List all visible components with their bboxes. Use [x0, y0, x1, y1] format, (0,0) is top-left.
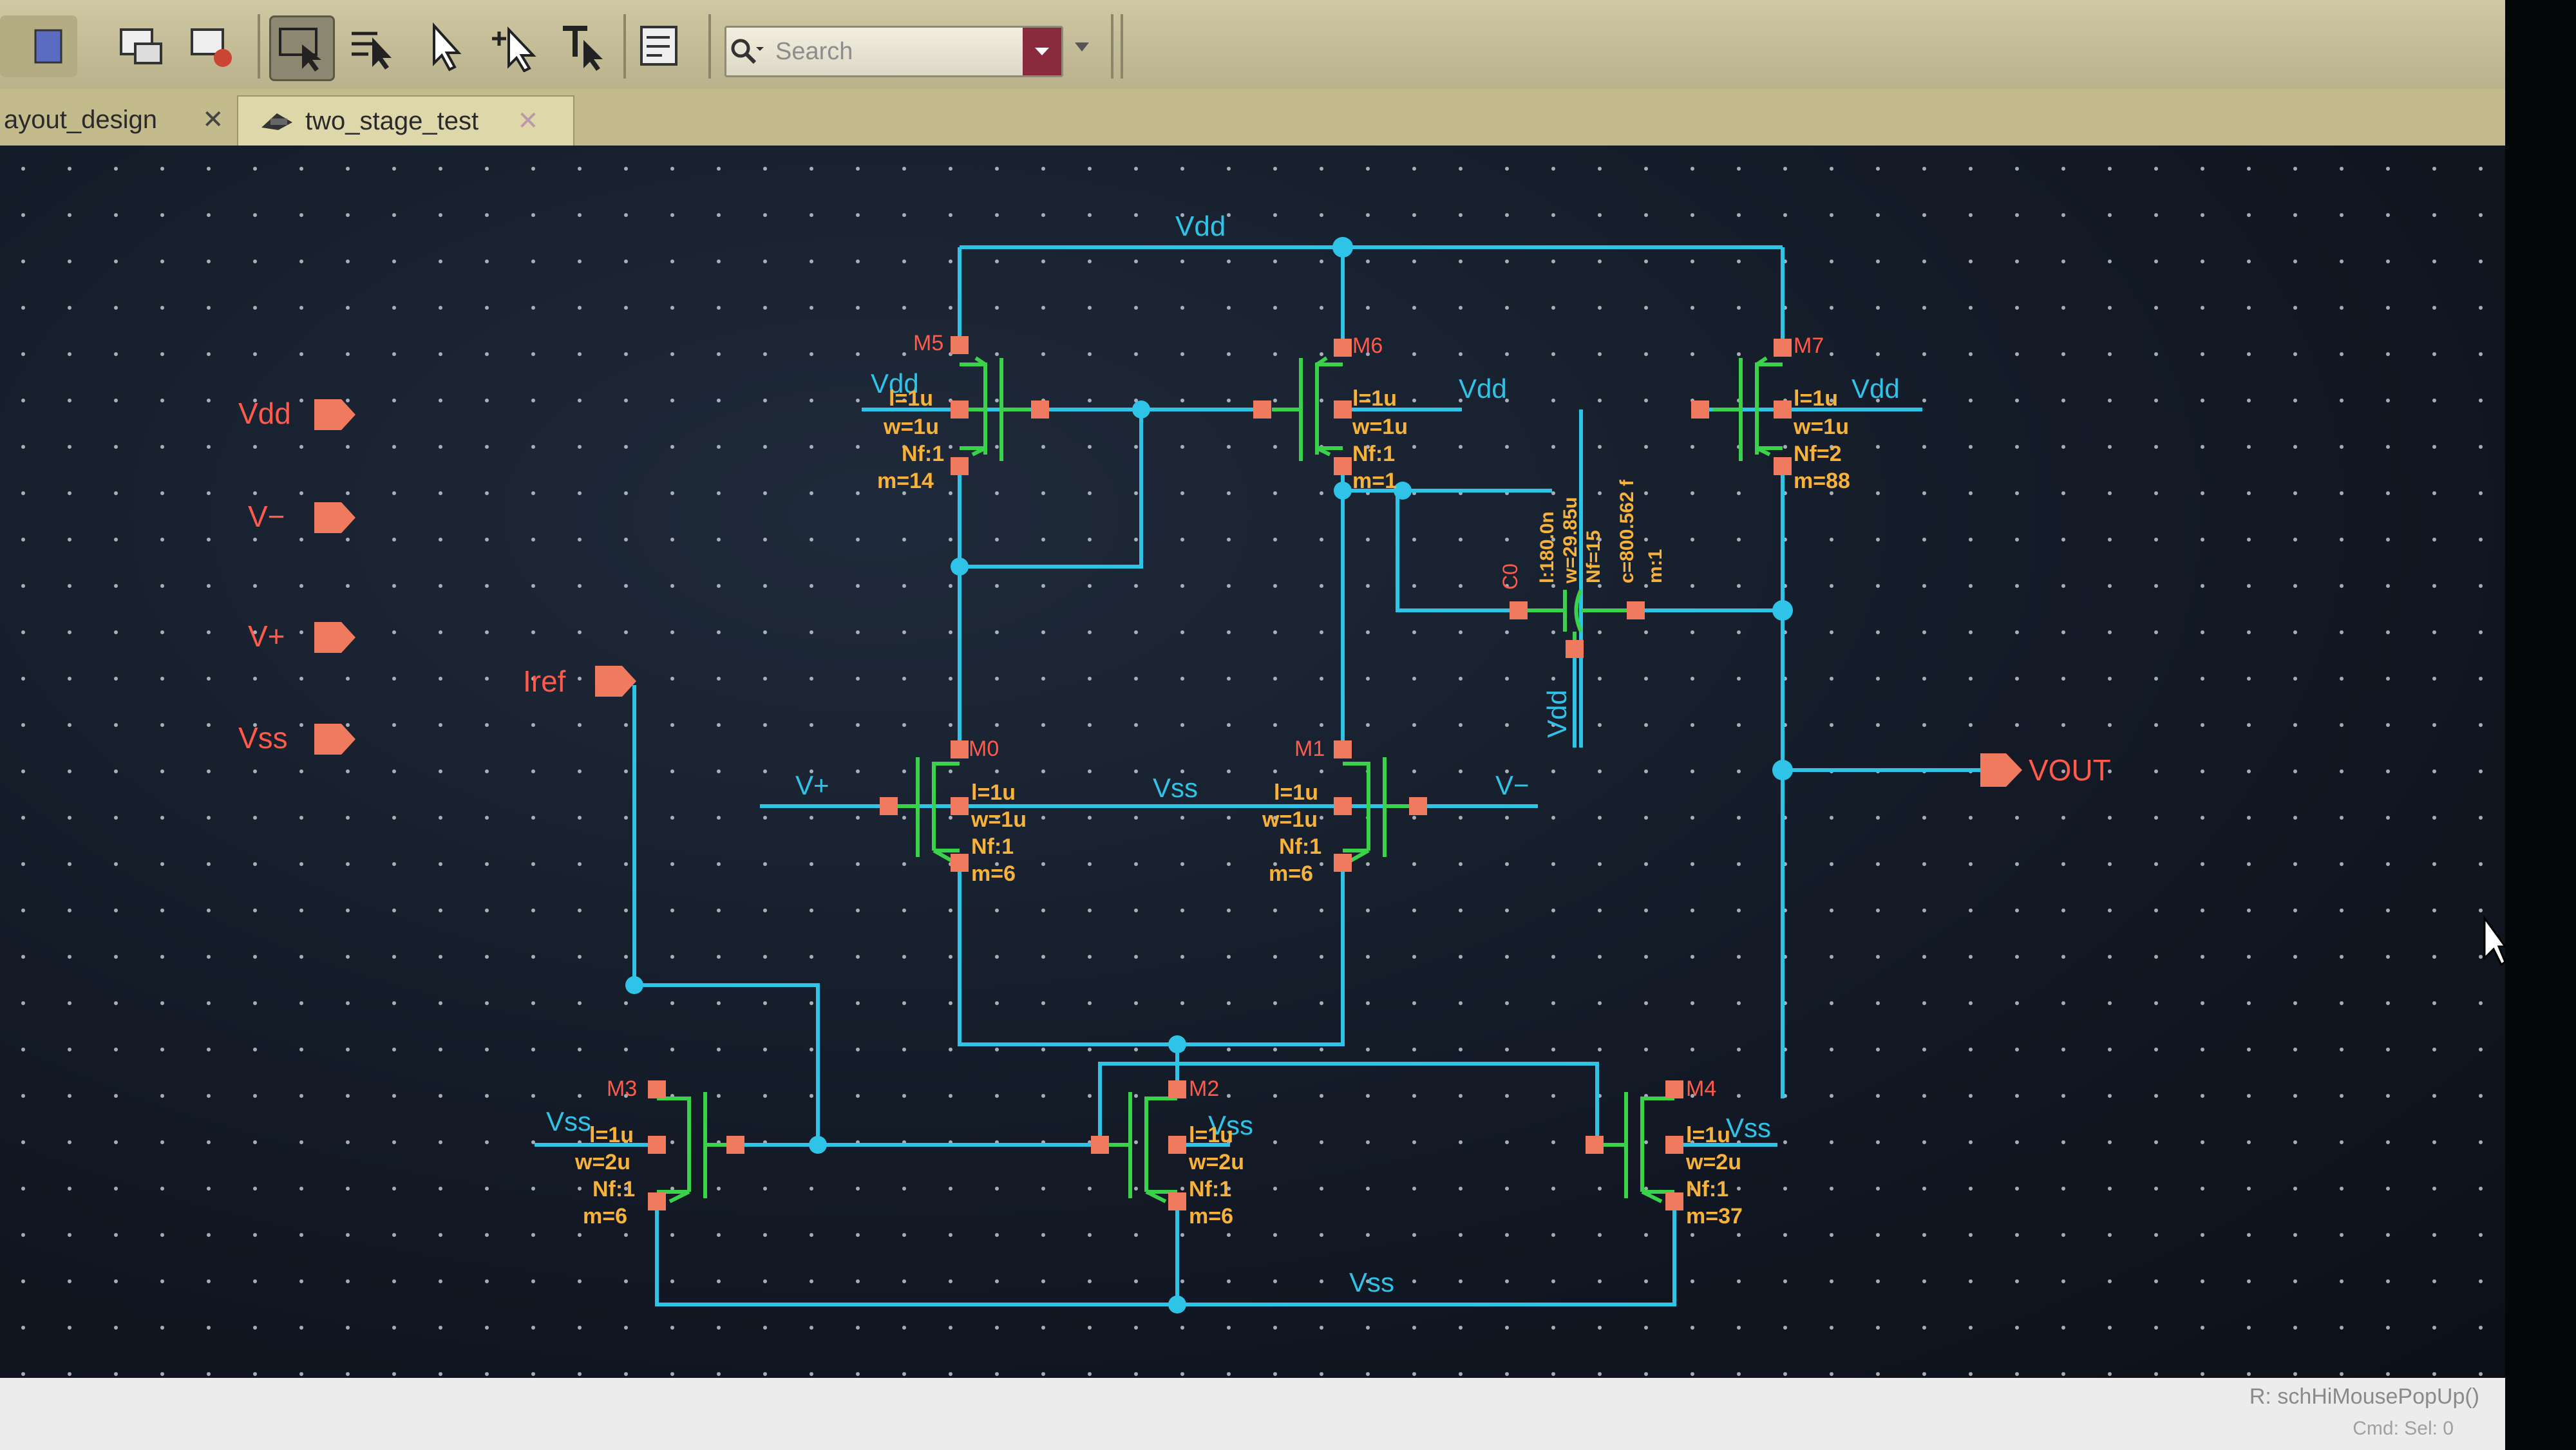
- param-nf: Nf:1: [592, 1177, 635, 1201]
- pointer-plus-icon[interactable]: [484, 15, 546, 77]
- chevron-down-icon[interactable]: [1072, 37, 1092, 59]
- param-nf: Nf:1: [1279, 834, 1321, 859]
- param-m: m=14: [877, 469, 934, 493]
- param-m: m=37: [1686, 1204, 1743, 1229]
- param-w: w=29.85u: [1560, 497, 1581, 584]
- param-nf: Nf:1: [902, 442, 944, 466]
- schematic-tab-icon: [261, 113, 292, 130]
- param-l: l=1u: [971, 780, 1016, 805]
- net-label-vdd: Vdd: [1175, 211, 1226, 242]
- pin-label: Vdd: [238, 397, 291, 430]
- param-l: l:180.0n: [1537, 511, 1558, 583]
- param-w: w=1u: [883, 415, 939, 439]
- schematic-canvas[interactable]: Vdd V− V+ Vss Iref VOUT Vdd Vdd Vdd Vdd …: [0, 146, 2505, 1378]
- window-delete-icon[interactable]: [182, 15, 243, 77]
- pin-label: Iref: [523, 664, 566, 698]
- status-bar: R: schHiMousePopUp() Cmd: Sel: 0: [0, 1378, 2505, 1450]
- param-l: l=1u: [1686, 1123, 1730, 1147]
- window-zoom-icon[interactable]: [111, 15, 173, 77]
- text-select-icon[interactable]: [553, 15, 614, 77]
- device-name-M5: M5: [913, 331, 943, 355]
- device-name-M1: M1: [1294, 737, 1325, 761]
- device-name-M3: M3: [607, 1077, 637, 1101]
- param-l: l=1u: [1189, 1123, 1233, 1147]
- net-label-vdd: Vdd: [1459, 373, 1507, 404]
- tab-layout-design[interactable]: ayout_design ✕: [0, 95, 236, 144]
- select-icon[interactable]: [269, 15, 335, 81]
- param-nf: Nf:1: [1686, 1177, 1728, 1201]
- status-command: Cmd: Sel: 0: [2353, 1418, 2454, 1439]
- param-w: w=2u: [1685, 1150, 1741, 1174]
- monitor-bezel: [2505, 0, 2576, 1450]
- param-w: w=1u: [1262, 807, 1318, 832]
- param-nf: Nf:1: [971, 834, 1014, 859]
- net-label-vss: Vss: [1726, 1113, 1771, 1143]
- net-label-vdd: Vdd: [1852, 373, 1900, 404]
- net-label-vdd: Vdd: [1542, 690, 1572, 738]
- device-name-M2: M2: [1189, 1077, 1219, 1101]
- pin-label: V−: [248, 500, 285, 533]
- param-m: m=6: [1189, 1204, 1233, 1229]
- close-icon[interactable]: ✕: [202, 105, 224, 135]
- param-l: l=1u: [1352, 386, 1397, 411]
- toolbar: Search: [0, 0, 2505, 90]
- net-label-vminus: V−: [1495, 770, 1530, 800]
- device-name-M6: M6: [1352, 334, 1383, 358]
- device-name-M4: M4: [1686, 1077, 1716, 1101]
- window-icon[interactable]: [0, 15, 77, 77]
- net-label-vss: Vss: [546, 1106, 591, 1136]
- schematic-drawing[interactable]: Vdd V− V+ Vss Iref VOUT Vdd Vdd Vdd Vdd …: [0, 146, 2505, 1378]
- select-move-icon[interactable]: [341, 15, 403, 77]
- tab-two-stage-test[interactable]: two_stage_test ✕: [237, 95, 574, 146]
- param-m: m=6: [971, 862, 1016, 886]
- param-m: m:1: [1645, 549, 1666, 583]
- search-input[interactable]: Search: [724, 26, 1063, 77]
- param-m: m=6: [1269, 862, 1313, 886]
- param-w: w=2u: [574, 1150, 630, 1174]
- param-w: w=1u: [1352, 415, 1408, 439]
- param-l: l=1u: [1274, 780, 1318, 805]
- pin-vout[interactable]: VOUT: [1980, 753, 2111, 787]
- device-name-C0: C0: [1499, 563, 1522, 590]
- param-w: w=1u: [1793, 415, 1849, 439]
- tab-bar: ayout_design ✕ two_stage_test ✕: [0, 89, 2505, 149]
- device-name-M0: M0: [969, 737, 999, 761]
- pin-label: VOUT: [2029, 753, 2111, 787]
- device-name-M7: M7: [1794, 334, 1824, 358]
- param-l: l=1u: [589, 1123, 634, 1147]
- param-nf: Nf=15: [1583, 530, 1604, 583]
- pin-label: Vss: [238, 721, 288, 755]
- pin-label: V+: [248, 619, 285, 653]
- param-nf: Nf=2: [1794, 442, 1842, 466]
- net-label-vss: Vss: [1349, 1267, 1394, 1297]
- search-dropdown-button[interactable]: [1023, 28, 1061, 75]
- param-nf: Nf:1: [1352, 442, 1395, 466]
- grid-dots: [0, 146, 2505, 1378]
- tab-label: two_stage_test: [305, 106, 479, 135]
- search-icon: [731, 39, 764, 64]
- tab-label: ayout_design: [4, 105, 157, 134]
- param-m: m=6: [583, 1204, 627, 1229]
- net-label-vplus: V+: [795, 770, 829, 800]
- param-l: l=1u: [1794, 386, 1838, 411]
- param-w: w=1u: [971, 807, 1027, 832]
- net-label-vss: Vss: [1153, 773, 1198, 803]
- param-m: m=88: [1794, 469, 1850, 493]
- pointer-icon[interactable]: [413, 15, 475, 77]
- param-l: l=1u: [889, 386, 933, 411]
- param-c: c=800.562 f: [1616, 479, 1638, 583]
- search-placeholder: Search: [775, 37, 853, 65]
- status-mouse-binding: R: schHiMousePopUp(): [2249, 1384, 2479, 1409]
- property-icon[interactable]: [631, 15, 693, 77]
- param-m: m=1: [1352, 469, 1397, 493]
- param-nf: Nf:1: [1189, 1177, 1231, 1201]
- close-icon[interactable]: ✕: [517, 106, 539, 136]
- param-w: w=2u: [1188, 1150, 1244, 1174]
